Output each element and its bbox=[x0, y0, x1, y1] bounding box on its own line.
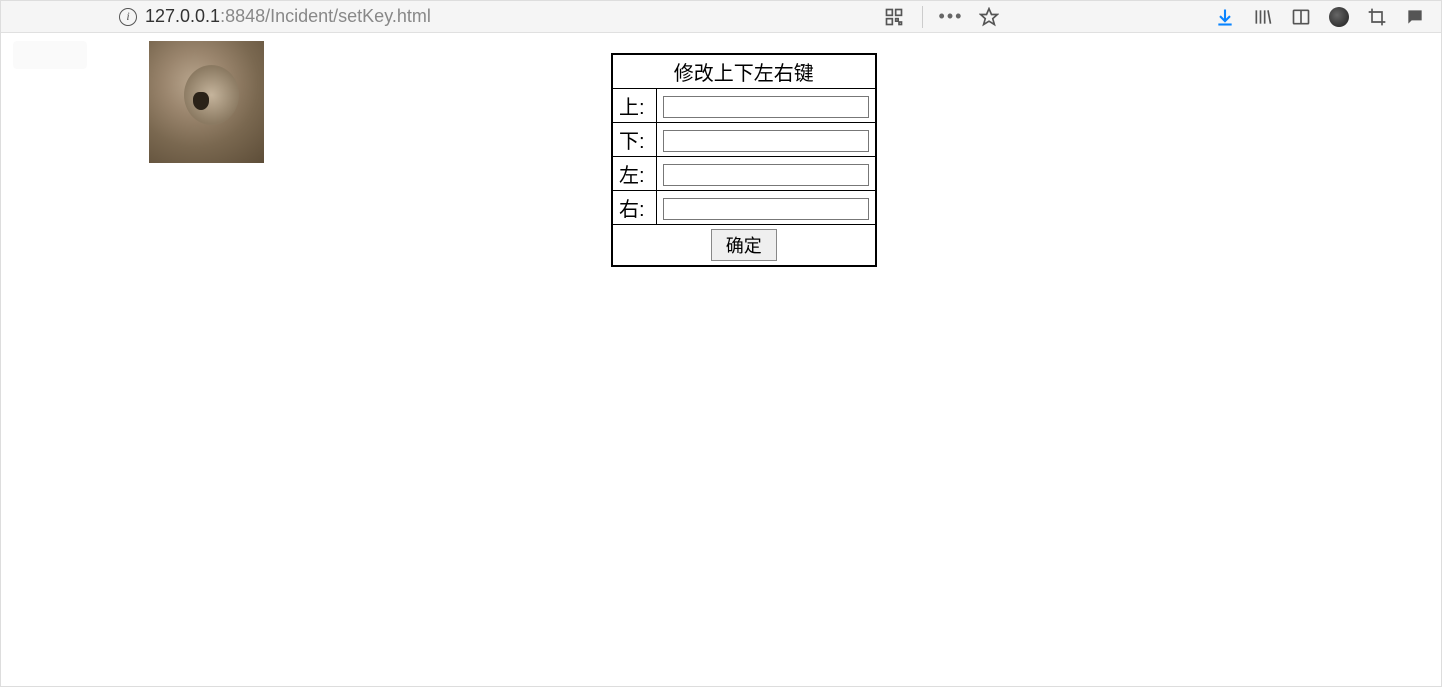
form-title: 修改上下左右键 bbox=[612, 54, 876, 89]
chat-icon[interactable] bbox=[1405, 7, 1425, 27]
confirm-button[interactable]: 确定 bbox=[711, 229, 777, 261]
down-input[interactable] bbox=[663, 130, 869, 152]
sidebar-icon[interactable] bbox=[1291, 7, 1311, 27]
koala-image[interactable] bbox=[149, 41, 264, 163]
table-row: 上: bbox=[612, 89, 876, 123]
url-text[interactable]: 127.0.0.1:8848/Incident/setKey.html bbox=[145, 6, 431, 27]
qr-icon[interactable] bbox=[884, 7, 904, 27]
table-row: 右: bbox=[612, 191, 876, 225]
left-input[interactable] bbox=[663, 164, 869, 186]
table-row: 左: bbox=[612, 157, 876, 191]
right-input[interactable] bbox=[663, 198, 869, 220]
avatar-icon[interactable] bbox=[1329, 7, 1349, 27]
left-label: 左: bbox=[612, 157, 656, 191]
background-logo bbox=[13, 41, 87, 69]
url-area: i 127.0.0.1:8848/Incident/setKey.html bbox=[119, 6, 431, 27]
star-icon[interactable] bbox=[979, 7, 999, 27]
info-icon[interactable]: i bbox=[119, 8, 137, 26]
up-label: 上: bbox=[612, 89, 656, 123]
more-icon[interactable]: ••• bbox=[941, 7, 961, 27]
url-host: 127.0.0.1 bbox=[145, 6, 220, 26]
crop-icon[interactable] bbox=[1367, 7, 1387, 27]
submit-row: 确定 bbox=[612, 225, 876, 267]
key-settings-table: 修改上下左右键 上: 下: 左: 右: 确定 bbox=[611, 53, 877, 267]
library-icon[interactable] bbox=[1253, 7, 1273, 27]
separator bbox=[922, 6, 923, 28]
table-row: 下: bbox=[612, 123, 876, 157]
down-label: 下: bbox=[612, 123, 656, 157]
up-input[interactable] bbox=[663, 96, 869, 118]
download-icon[interactable] bbox=[1215, 7, 1235, 27]
toolbar-icons: ••• bbox=[884, 6, 1425, 28]
right-label: 右: bbox=[612, 191, 656, 225]
page-content: 修改上下左右键 上: 下: 左: 右: 确定 bbox=[1, 33, 1441, 686]
url-path: :8848/Incident/setKey.html bbox=[220, 6, 431, 26]
browser-toolbar: i 127.0.0.1:8848/Incident/setKey.html ••… bbox=[1, 1, 1441, 33]
